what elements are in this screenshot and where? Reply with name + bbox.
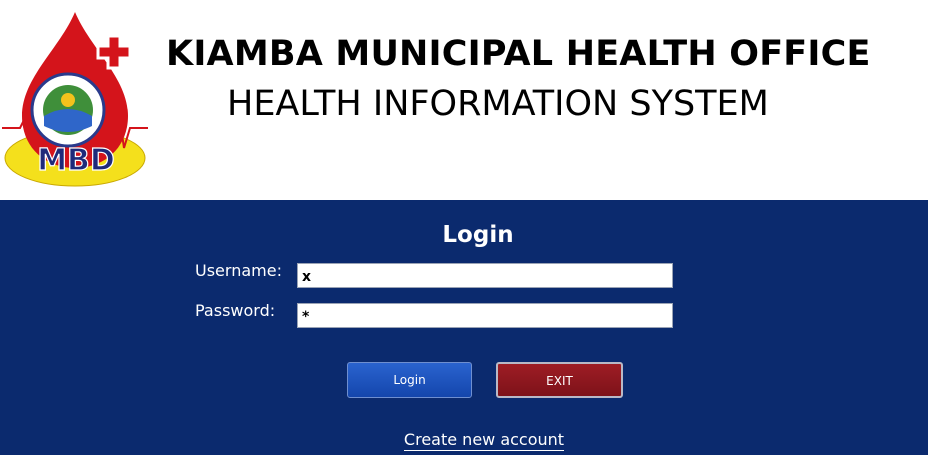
- login-button[interactable]: Login: [347, 362, 472, 398]
- create-account-link-row: Create new account: [0, 430, 928, 451]
- username-field[interactable]: [297, 263, 673, 288]
- org-title: KIAMBA MUNICIPAL HEALTH OFFICE: [166, 34, 871, 74]
- mbd-logo: MBD: [2, 12, 148, 187]
- exit-button[interactable]: EXIT: [496, 362, 623, 398]
- login-page: MBD KIAMBA MUNICIPAL HEALTH OFFICE HEALT…: [0, 0, 928, 455]
- login-heading: Login: [442, 222, 514, 248]
- login-panel: Login Username: Password: Login EXIT Cre…: [0, 200, 928, 455]
- username-label: Username:: [195, 261, 282, 280]
- password-field[interactable]: [297, 303, 673, 328]
- password-label: Password:: [195, 301, 276, 320]
- logo-acronym: MBD: [37, 143, 115, 178]
- system-title: HEALTH INFORMATION SYSTEM: [227, 84, 769, 124]
- header: MBD KIAMBA MUNICIPAL HEALTH OFFICE HEALT…: [0, 0, 928, 200]
- create-account-link[interactable]: Create new account: [403, 430, 565, 451]
